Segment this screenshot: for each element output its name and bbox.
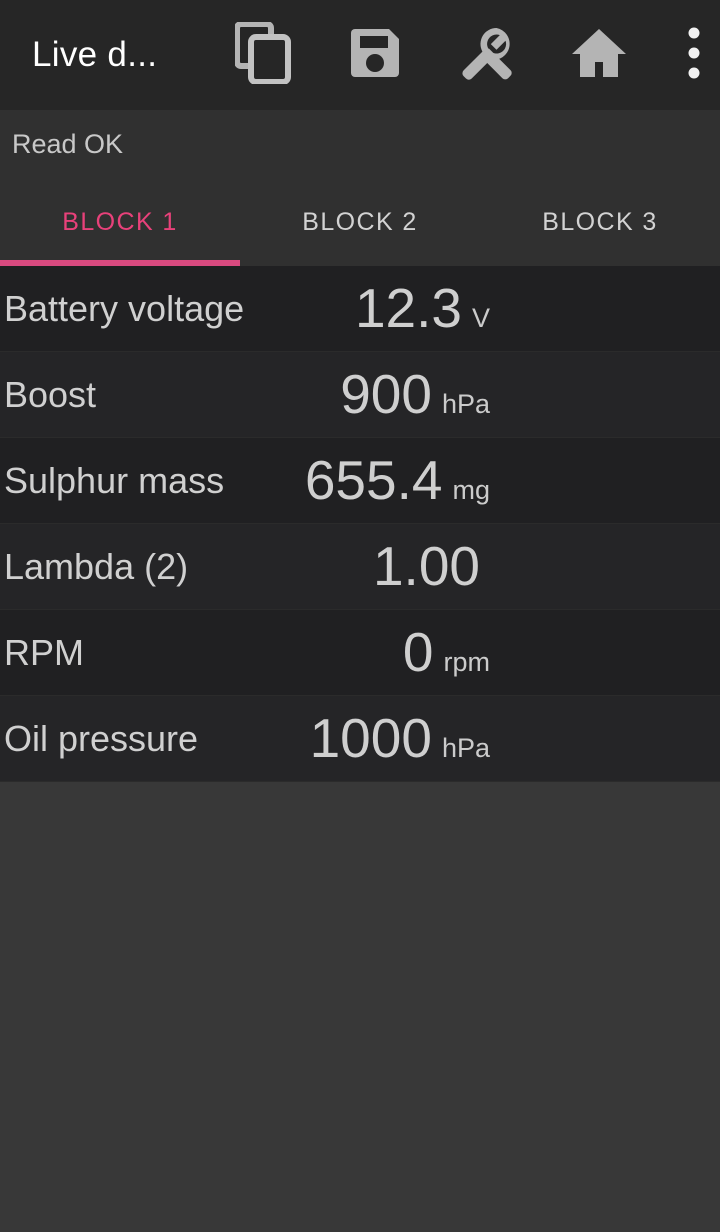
table-row[interactable]: Oil pressure 1000 hPa <box>0 696 720 782</box>
row-unit: rpm <box>443 647 491 677</box>
home-icon <box>570 26 628 85</box>
row-label: Boost <box>4 373 97 415</box>
row-label: Battery voltage <box>4 287 245 329</box>
tab-block-1[interactable]: BLOCK 1 <box>0 178 240 266</box>
status-bar: Read OK <box>0 110 720 178</box>
settings-button[interactable] <box>431 0 543 110</box>
home-button[interactable] <box>543 0 655 110</box>
save-icon <box>347 25 403 86</box>
row-label: Oil pressure <box>4 717 199 759</box>
overflow-menu-button[interactable] <box>655 0 720 110</box>
row-unit: mg <box>452 475 490 505</box>
app-bar: Live d... <box>0 0 720 110</box>
row-value-group: 1.00 <box>188 539 720 594</box>
row-label: RPM <box>4 631 84 673</box>
row-value: 0 <box>402 621 434 683</box>
empty-area <box>0 782 720 1232</box>
table-row[interactable]: RPM 0 rpm <box>0 610 720 696</box>
row-value-group: 1000 hPa <box>198 711 720 766</box>
status-text: Read OK <box>12 128 124 159</box>
overflow-menu-icon <box>688 27 700 84</box>
row-unit: hPa <box>441 389 490 419</box>
row-value: 1.00 <box>372 535 480 597</box>
row-value-group: 900 hPa <box>96 367 720 422</box>
row-label: Sulphur mass <box>4 459 225 501</box>
row-value-group: 655.4 mg <box>224 453 720 508</box>
copy-icon <box>234 20 291 89</box>
copy-button[interactable] <box>207 0 319 110</box>
row-unit: V <box>471 303 490 333</box>
table-row[interactable]: Lambda (2) 1.00 <box>0 524 720 610</box>
tab-block-2[interactable]: BLOCK 2 <box>240 178 480 266</box>
app-bar-actions <box>207 0 720 110</box>
live-data-list: Battery voltage 12.3 V Boost 900 hPa Sul… <box>0 266 720 782</box>
tab-block-3[interactable]: BLOCK 3 <box>480 178 720 266</box>
row-label: Lambda (2) <box>4 545 189 587</box>
table-row[interactable]: Boost 900 hPa <box>0 352 720 438</box>
row-value-group: 12.3 V <box>244 281 720 336</box>
tab-bar: BLOCK 1 BLOCK 2 BLOCK 3 <box>0 178 720 266</box>
row-value: 1000 <box>309 707 432 769</box>
table-row[interactable]: Sulphur mass 655.4 mg <box>0 438 720 524</box>
page-title: Live d... <box>32 35 158 74</box>
row-value: 900 <box>340 363 432 425</box>
row-value: 655.4 <box>304 449 443 511</box>
row-value-group: 0 rpm <box>84 625 720 680</box>
row-value: 12.3 <box>354 277 462 339</box>
wrench-icon <box>458 24 516 87</box>
save-button[interactable] <box>319 0 431 110</box>
row-unit: hPa <box>441 733 490 763</box>
table-row[interactable]: Battery voltage 12.3 V <box>0 266 720 352</box>
